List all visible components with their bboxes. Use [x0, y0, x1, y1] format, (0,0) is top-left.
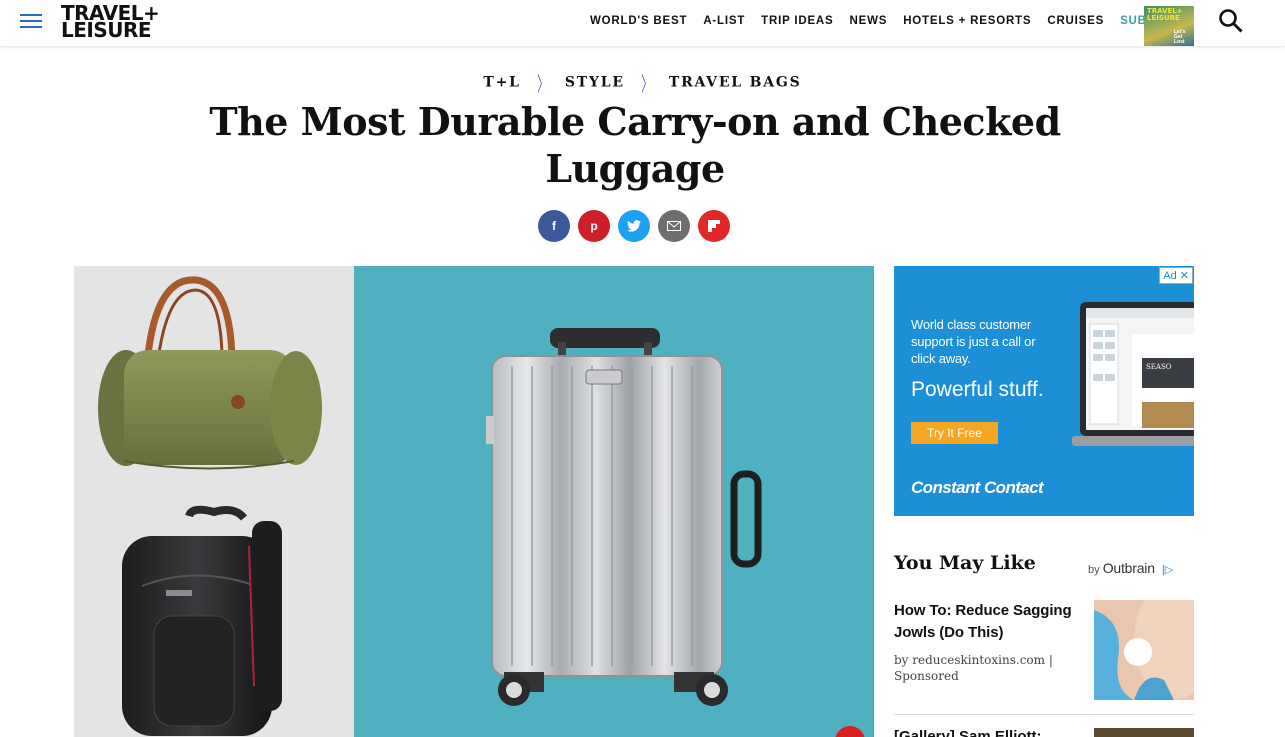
advertisement[interactable]: Ad ✕ World class customer support is jus…: [894, 266, 1194, 516]
ad-try-it-free-button[interactable]: Try It Free: [911, 422, 998, 444]
ad-tagline: Powerful stuff.: [911, 378, 1044, 401]
hero-image-suitcase: [354, 266, 874, 737]
recommended-item-source: by reduceskintoxins.com | Sponsored: [894, 653, 1053, 683]
ad-badge[interactable]: Ad ✕: [1159, 267, 1193, 284]
mail-icon: [667, 221, 681, 231]
adchoices-icon[interactable]: |▷: [1162, 564, 1173, 576]
svg-text:SEASO: SEASO: [1146, 363, 1172, 371]
email-share-button[interactable]: [658, 210, 690, 242]
breadcrumb-travel-bags[interactable]: TRAVEL BAGS: [669, 75, 802, 91]
laptop-image: SEASO: [1072, 302, 1194, 446]
nav-worlds-best[interactable]: WORLD'S BEST: [590, 15, 687, 27]
duffel-and-backpack-illustration: [98, 276, 322, 736]
aluminum-suitcase-illustration: [486, 328, 762, 706]
share-buttons: f p: [538, 210, 730, 242]
magazine-cover-title: TRAVEL+ LEISURE: [1147, 7, 1183, 22]
ad-headline: World class customer support is just a c…: [911, 317, 1036, 366]
ad-brand-logo: Constant Contact: [911, 478, 1044, 497]
flipboard-share-button[interactable]: [698, 210, 730, 242]
site-logo[interactable]: TRAVEL+ LEISURE: [61, 3, 160, 42]
top-navigation-bar: TRAVEL+ LEISURE WORLD'S BEST A-LIST TRIP…: [0, 0, 1285, 46]
logo-line-2: LEISURE: [61, 18, 152, 42]
hero-image-bags: [74, 266, 354, 737]
outbrain-attribution[interactable]: by Outbrain |▷: [1088, 560, 1173, 576]
facebook-icon: f: [552, 219, 556, 233]
face-treatment-photo: [1094, 600, 1194, 700]
nav-trip-ideas[interactable]: TRIP IDEAS: [761, 15, 833, 27]
breadcrumb-tl[interactable]: T+L: [483, 75, 520, 91]
flipboard-icon: [708, 220, 720, 232]
you-may-like-heading: You May Like: [894, 552, 1036, 574]
menu-icon[interactable]: [20, 14, 42, 30]
magazine-cover-tagline: Let's Get Lost: [1174, 29, 1186, 45]
search-icon[interactable]: [1218, 8, 1244, 34]
magazine-cover-thumbnail[interactable]: TRAVEL+ LEISURE Let's Get Lost: [1144, 6, 1194, 46]
recommended-item-title[interactable]: [Gallery] Sam Elliott:: [894, 728, 1084, 737]
nav-cruises[interactable]: CRUISES: [1047, 15, 1104, 27]
outbrain-logo: Outbrain: [1102, 560, 1155, 576]
nav-news[interactable]: NEWS: [850, 15, 888, 27]
recommended-item-image[interactable]: [1094, 728, 1194, 737]
main-nav: WORLD'S BEST A-LIST TRIP IDEAS NEWS HOTE…: [590, 15, 1211, 27]
pinterest-share-button[interactable]: p: [578, 210, 610, 242]
nav-a-list[interactable]: A-LIST: [703, 15, 745, 27]
recommended-item-image[interactable]: [1094, 600, 1194, 700]
article-title: The Most Durable Carry-on and Checked Lu…: [209, 99, 1061, 191]
nav-hotels-resorts[interactable]: HOTELS + RESORTS: [903, 15, 1031, 27]
twitter-icon: [627, 220, 641, 232]
chevron-right-icon: 〉: [640, 72, 653, 96]
breadcrumb: T+L 〉 STYLE 〉 TRAVEL BAGS: [0, 68, 1285, 97]
divider: [894, 714, 1194, 715]
pinterest-icon: p: [590, 219, 598, 233]
facebook-share-button[interactable]: f: [538, 210, 570, 242]
twitter-share-button[interactable]: [618, 210, 650, 242]
chevron-right-icon: 〉: [536, 72, 549, 96]
recommended-item-title[interactable]: How To: Reduce Sagging Jowls (Do This): [894, 600, 1084, 644]
breadcrumb-style[interactable]: STYLE: [565, 75, 625, 91]
